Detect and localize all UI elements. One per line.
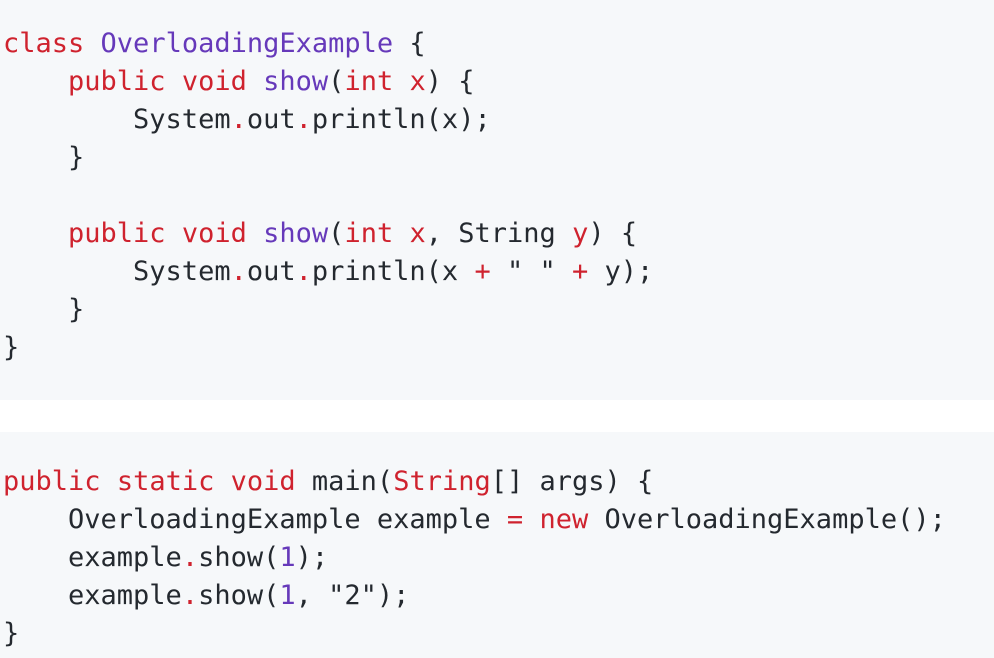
code-token: } (3, 294, 85, 325)
code-token: out (246, 104, 296, 135)
code-token: int (344, 66, 394, 97)
code-line: example.show(1, "2"); (3, 577, 409, 615)
code-token: x (409, 66, 426, 97)
code-line: } (3, 329, 19, 367)
code-token: { (393, 28, 426, 59)
code-line: } (3, 139, 84, 177)
code-token: } (3, 618, 20, 649)
code-token: example (3, 542, 182, 573)
code-token: OverloadingExample(); (588, 504, 946, 535)
code-line: OverloadingExample example = new Overloa… (3, 501, 946, 539)
code-line: public static void main(String[] args) { (3, 463, 653, 501)
code-token: . (295, 104, 312, 135)
code-token: OverloadingExample (100, 28, 394, 59)
code-token: } (3, 142, 85, 173)
code-token: . (230, 256, 247, 287)
code-token: public (68, 66, 166, 97)
code-token: new (539, 504, 589, 535)
code-token: public (68, 218, 166, 249)
code-line: public void show(int x) { (3, 63, 475, 101)
code-token: System (3, 256, 231, 287)
code-token: OverloadingExample example (3, 504, 507, 535)
code-token: 1 (279, 542, 296, 573)
code-token: ( (328, 66, 345, 97)
code-token: [] args) { (490, 466, 654, 497)
code-token: , "2"); (295, 580, 410, 611)
code-line: System.out.println(x + " " + y); (3, 253, 653, 291)
code-line: System.out.println(x); (3, 101, 491, 139)
code-token: + (572, 256, 589, 287)
code-token: . (230, 104, 247, 135)
code-line: } (3, 615, 19, 653)
code-token: = (506, 504, 524, 535)
code-token: " " (490, 256, 572, 287)
code-token: String (393, 466, 491, 497)
code-token: 1 (279, 580, 296, 611)
code-token: y); (588, 256, 654, 287)
code-token: show( (198, 580, 280, 611)
code-line: example.show(1); (3, 539, 328, 577)
code-token: , String (425, 218, 573, 249)
code-token: ) { (588, 218, 638, 249)
code-token: . (181, 542, 199, 573)
code-token: show( (198, 542, 280, 573)
code-token: void (230, 466, 296, 497)
code-token: x (409, 218, 426, 249)
code-token: . (295, 256, 312, 287)
code-line: public void show(int x, String y) { (3, 215, 637, 253)
code-token: int (344, 218, 394, 249)
code-token: out (246, 256, 296, 287)
code-token: void (181, 66, 247, 97)
code-token: ) { (425, 66, 475, 97)
code-token: ); (295, 542, 329, 573)
code-token: public (3, 466, 101, 497)
code-token: main( (295, 466, 394, 497)
code-token: class (3, 28, 85, 59)
code-token: . (181, 580, 199, 611)
code-token: + (474, 256, 491, 287)
code-line: } (3, 291, 84, 329)
code-line: class OverloadingExample { (3, 25, 426, 63)
code-token: example (3, 580, 182, 611)
code-token: show (263, 218, 329, 249)
code-token: y (572, 218, 589, 249)
code-token: System (3, 104, 231, 135)
code-block-overloading-class: class OverloadingExample { public void s… (0, 0, 994, 400)
code-token: ( (328, 218, 345, 249)
code-token: show (263, 66, 329, 97)
code-token: println(x); (311, 104, 491, 135)
code-block-main-method: public static void main(String[] args) {… (0, 432, 994, 658)
code-token: } (3, 332, 20, 363)
code-token: void (181, 218, 247, 249)
code-token: println(x (311, 256, 475, 287)
code-token: static (116, 466, 215, 497)
